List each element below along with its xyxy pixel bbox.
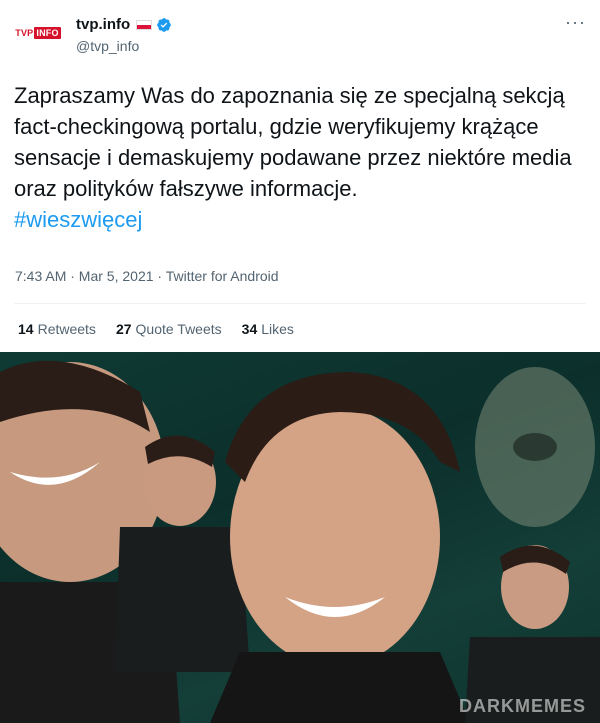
retweets-count: 14: [18, 321, 34, 337]
logo-tvp-text: TVP: [15, 28, 34, 38]
more-options-icon[interactable]: ···: [565, 12, 586, 33]
quote-tweets-stat[interactable]: 27 Quote Tweets: [116, 321, 222, 337]
logo-info-text: INFO: [34, 27, 61, 39]
name-row: tvp.info: [76, 16, 172, 33]
retweets-label: Retweets: [37, 321, 96, 337]
divider: [14, 303, 586, 304]
likes-stat[interactable]: 34 Likes: [242, 321, 294, 337]
tweet-body: Zapraszamy Was do zapoznania się ze spec…: [14, 83, 572, 201]
hashtag-link[interactable]: #wieszwięcej: [14, 204, 594, 235]
tweet-text: Zapraszamy Was do zapoznania się ze spec…: [14, 80, 594, 235]
poland-flag-icon: [136, 19, 153, 30]
likes-count: 34: [241, 321, 258, 337]
retweets-stat[interactable]: 14 Retweets: [18, 321, 96, 337]
watermark-text: DARKMEMES: [458, 696, 586, 716]
meme-photo: DARKMEMES: [0, 352, 600, 723]
engagement-stats: 14 Retweets 27 Quote Tweets 34 Likes: [18, 321, 314, 337]
tweet-timestamp[interactable]: 7:43 AM · Mar 5, 2021 · Twitter for Andr…: [15, 268, 279, 284]
avatar[interactable]: TVP INFO: [12, 16, 64, 50]
display-name[interactable]: tvp.info: [76, 16, 130, 33]
quotes-label: Quote Tweets: [135, 321, 222, 337]
tvp-info-logo: TVP INFO: [15, 27, 61, 39]
quotes-count: 27: [115, 321, 132, 337]
verified-badge-icon: [157, 17, 171, 32]
tweet-card: TVP INFO tvp.info @tvp_info ··· Zaprasza…: [0, 0, 600, 352]
likes-label: Likes: [261, 321, 294, 337]
laughing-faces-illustration: [0, 360, 600, 723]
user-handle[interactable]: @tvp_info: [76, 38, 139, 54]
